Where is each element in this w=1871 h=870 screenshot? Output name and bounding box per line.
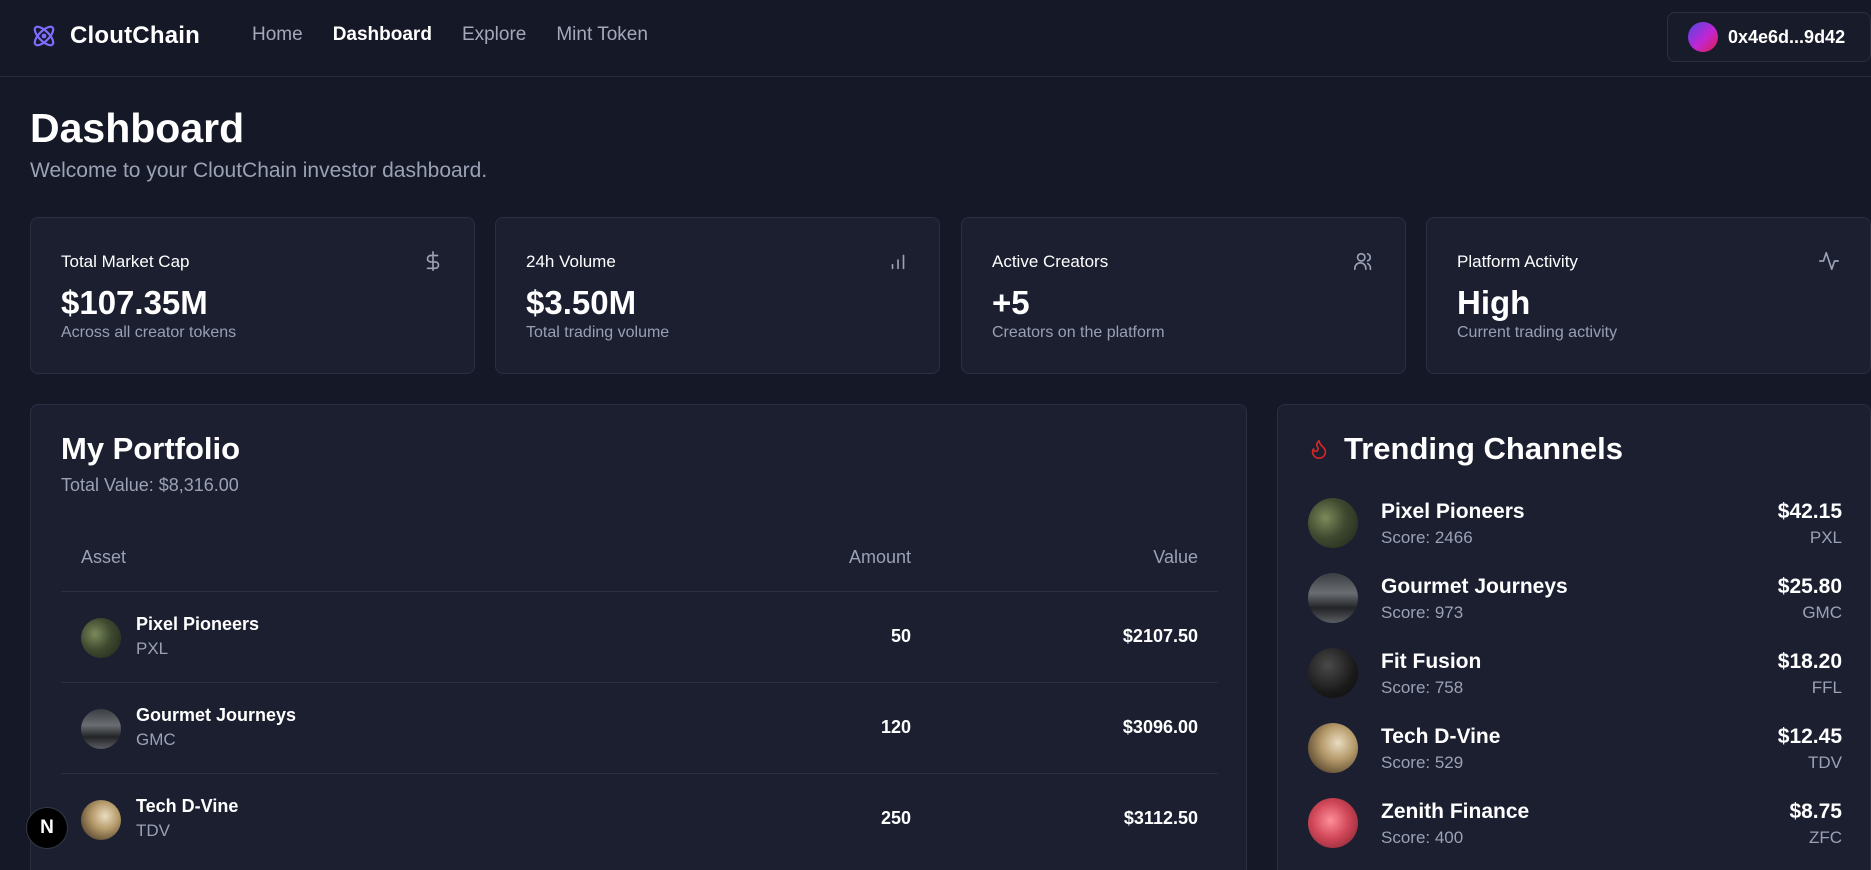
stat-value: $3.50M bbox=[526, 284, 637, 321]
portfolio-total-value: Total Value: $8,316.00 bbox=[61, 475, 239, 495]
users-icon bbox=[1354, 252, 1372, 271]
token-avatar bbox=[81, 709, 121, 749]
stat-value: $107.35M bbox=[61, 284, 208, 321]
channel-name: Fit Fusion bbox=[1381, 650, 1482, 673]
table-header: Asset Amount Value bbox=[61, 525, 1218, 592]
trending-channel-item[interactable]: Pixel Pioneers Score: 2466 $42.15 PXL bbox=[1308, 498, 1842, 550]
dollar-icon bbox=[426, 251, 440, 271]
token-value: $2107.50 bbox=[1122, 626, 1198, 646]
main-nav: Home Dashboard Explore Mint Token bbox=[252, 24, 648, 46]
channel-symbol: PXL bbox=[1809, 528, 1842, 547]
channel-avatar bbox=[1308, 798, 1358, 848]
token-value: $3096.00 bbox=[1122, 717, 1198, 737]
trending-channel-item[interactable]: Tech D-Vine Score: 529 $12.45 TDV bbox=[1308, 723, 1842, 775]
nextjs-dev-badge[interactable]: N bbox=[26, 807, 68, 849]
channel-symbol: ZFC bbox=[1808, 828, 1842, 847]
channel-name: Tech D-Vine bbox=[1381, 725, 1501, 748]
token-amount: 50 bbox=[890, 626, 911, 646]
portfolio-card: My Portfolio Total Value: $8,316.00 Asse… bbox=[30, 404, 1247, 870]
token-value: $3112.50 bbox=[1123, 808, 1198, 828]
trending-channels-card: Trending Channels Pixel Pioneers Score: … bbox=[1277, 404, 1871, 870]
table-row[interactable]: Tech D-Vine TDV 250 $3112.50 bbox=[61, 774, 1218, 865]
token-amount: 120 bbox=[880, 717, 911, 737]
trending-title: Trending Channels bbox=[1344, 431, 1624, 466]
top-navbar: CloutChain Home Dashboard Explore Mint T… bbox=[0, 0, 1871, 77]
flame-icon bbox=[1311, 439, 1327, 459]
token-symbol: PXL bbox=[136, 639, 169, 658]
trending-header: Trending Channels bbox=[1308, 431, 1623, 467]
channel-price: $42.15 bbox=[1777, 500, 1842, 523]
channel-score: Score: 758 bbox=[1381, 678, 1464, 697]
table-row[interactable]: Gourmet Journeys GMC 120 $3096.00 bbox=[61, 683, 1218, 774]
channel-score: Score: 973 bbox=[1381, 603, 1464, 622]
page-subtitle: Welcome to your CloutChain investor dash… bbox=[30, 159, 488, 182]
token-avatar bbox=[81, 800, 121, 840]
portfolio-table: Asset Amount Value Pixel Pioneers PXL 50… bbox=[61, 525, 1218, 865]
channel-name: Gourmet Journeys bbox=[1381, 575, 1568, 598]
stat-desc: Creators on the platform bbox=[992, 324, 1165, 341]
brand[interactable]: CloutChain bbox=[30, 22, 200, 50]
channel-price: $25.80 bbox=[1777, 575, 1842, 598]
wallet-button[interactable]: 0x4e6d...9d42 bbox=[1667, 12, 1871, 62]
nav-home[interactable]: Home bbox=[252, 24, 303, 46]
column-header-amount: Amount bbox=[848, 547, 911, 567]
nav-dashboard[interactable]: Dashboard bbox=[333, 24, 432, 46]
channel-name: Pixel Pioneers bbox=[1381, 500, 1525, 523]
channel-name: Zenith Finance bbox=[1381, 800, 1530, 823]
channel-score: Score: 400 bbox=[1381, 828, 1464, 847]
stat-card-market-cap: Total Market Cap $107.35M Across all cre… bbox=[30, 217, 475, 374]
stat-desc: Across all creator tokens bbox=[61, 324, 237, 341]
stat-desc: Total trading volume bbox=[526, 324, 670, 341]
portfolio-title: My Portfolio bbox=[61, 431, 241, 466]
activity-icon bbox=[1819, 251, 1839, 271]
stat-title: 24h Volume bbox=[526, 252, 616, 271]
token-amount: 250 bbox=[880, 808, 911, 828]
brand-name: CloutChain bbox=[70, 22, 200, 49]
token-name: Pixel Pioneers bbox=[136, 614, 260, 634]
stat-title: Total Market Cap bbox=[61, 252, 190, 271]
stat-value: High bbox=[1457, 284, 1531, 321]
atom-icon bbox=[33, 25, 55, 47]
channel-symbol: TDV bbox=[1808, 753, 1842, 772]
channel-price: $12.45 bbox=[1777, 725, 1842, 748]
channel-price: $8.75 bbox=[1789, 800, 1842, 823]
channel-avatar bbox=[1308, 648, 1358, 698]
stat-title: Active Creators bbox=[992, 252, 1109, 271]
column-header-value: Value bbox=[1153, 547, 1198, 567]
channel-symbol: GMC bbox=[1802, 603, 1842, 622]
wallet-address: 0x4e6d...9d42 bbox=[1728, 26, 1846, 47]
wallet-avatar bbox=[1688, 22, 1718, 52]
channel-avatar bbox=[1308, 498, 1358, 548]
page-title: Dashboard bbox=[30, 105, 245, 151]
channel-avatar bbox=[1308, 573, 1358, 623]
stat-title: Platform Activity bbox=[1457, 252, 1578, 271]
trending-channel-item[interactable]: Fit Fusion Score: 758 $18.20 FFL bbox=[1308, 648, 1842, 700]
stat-card-platform-activity: Platform Activity High Current trading a… bbox=[1426, 217, 1871, 374]
stat-card-volume: 24h Volume $3.50M Total trading volume bbox=[495, 217, 940, 374]
token-avatar bbox=[81, 618, 121, 658]
channel-avatar bbox=[1308, 723, 1358, 773]
token-symbol: TDV bbox=[136, 821, 170, 840]
trending-channel-item[interactable]: Zenith Finance Score: 400 $8.75 ZFC bbox=[1308, 798, 1842, 850]
nav-explore[interactable]: Explore bbox=[462, 24, 526, 46]
channel-symbol: FFL bbox=[1811, 678, 1842, 697]
channel-price: $18.20 bbox=[1777, 650, 1842, 673]
token-symbol: GMC bbox=[136, 730, 176, 749]
channel-score: Score: 2466 bbox=[1381, 528, 1473, 547]
token-name: Tech D-Vine bbox=[136, 796, 239, 816]
token-name: Gourmet Journeys bbox=[136, 705, 297, 725]
stat-card-active-creators: Active Creators +5 Creators on the platf… bbox=[961, 217, 1406, 374]
table-row[interactable]: Pixel Pioneers PXL 50 $2107.50 bbox=[61, 592, 1218, 683]
nav-mint-token[interactable]: Mint Token bbox=[556, 24, 648, 46]
trending-channel-item[interactable]: Gourmet Journeys Score: 973 $25.80 GMC bbox=[1308, 573, 1842, 625]
column-header-asset: Asset bbox=[81, 547, 127, 567]
stat-value: +5 bbox=[992, 284, 1030, 321]
stat-desc: Current trading activity bbox=[1457, 324, 1618, 341]
channel-score: Score: 529 bbox=[1381, 753, 1464, 772]
bar-chart-icon bbox=[891, 254, 905, 270]
